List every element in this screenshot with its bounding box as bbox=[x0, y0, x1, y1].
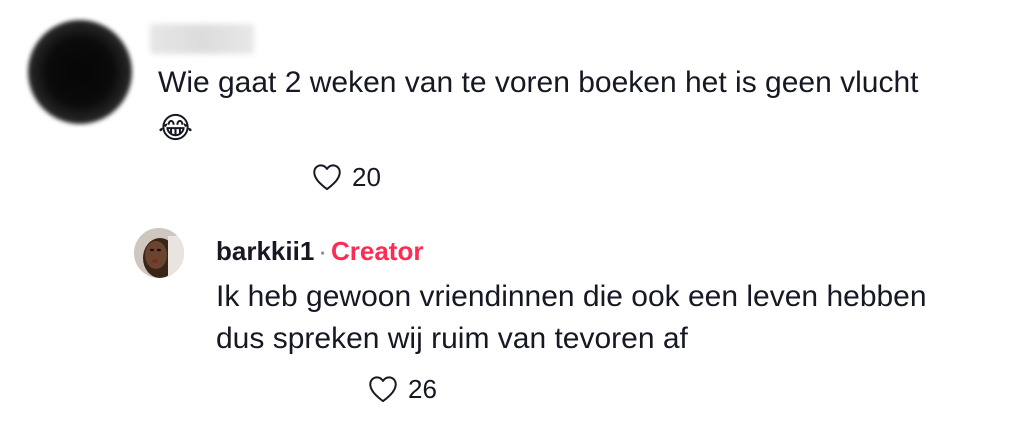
heart-icon[interactable] bbox=[366, 372, 400, 406]
commenter-username-redacted[interactable] bbox=[150, 24, 254, 54]
reply-text-line-1: Ik heb gewoon vriendinnen die ook een le… bbox=[216, 280, 927, 313]
reply-text-line-2: dus spreken wij ruim van tevoren af bbox=[216, 322, 688, 355]
comment-text: Wie gaat 2 weken van te voren boeken het… bbox=[158, 60, 1008, 152]
comment-thread: Wie gaat 2 weken van te voren boeken het… bbox=[0, 0, 1024, 435]
comment-like-count: 20 bbox=[352, 161, 381, 192]
creator-avatar-image bbox=[134, 228, 184, 278]
reply-like-group[interactable]: 26 bbox=[366, 372, 437, 406]
laughing-tears-emoji: 😂 bbox=[158, 111, 194, 146]
commenter-avatar[interactable] bbox=[28, 20, 132, 124]
comment-body: Wie gaat 2 weken van te voren boeken het… bbox=[158, 66, 919, 99]
reply-username[interactable]: barkkii1 bbox=[216, 236, 314, 266]
reply-text: Ik heb gewoon vriendinnen die ook een le… bbox=[216, 276, 1016, 360]
reply-header: barkkii1 · Creator bbox=[216, 234, 423, 268]
reply-avatar[interactable] bbox=[134, 228, 184, 278]
comment-like-group[interactable]: 20 bbox=[310, 160, 381, 194]
separator-dot: · bbox=[318, 236, 327, 266]
heart-icon[interactable] bbox=[310, 160, 344, 194]
creator-badge: Creator bbox=[330, 236, 424, 266]
reply-like-count: 26 bbox=[408, 373, 437, 404]
